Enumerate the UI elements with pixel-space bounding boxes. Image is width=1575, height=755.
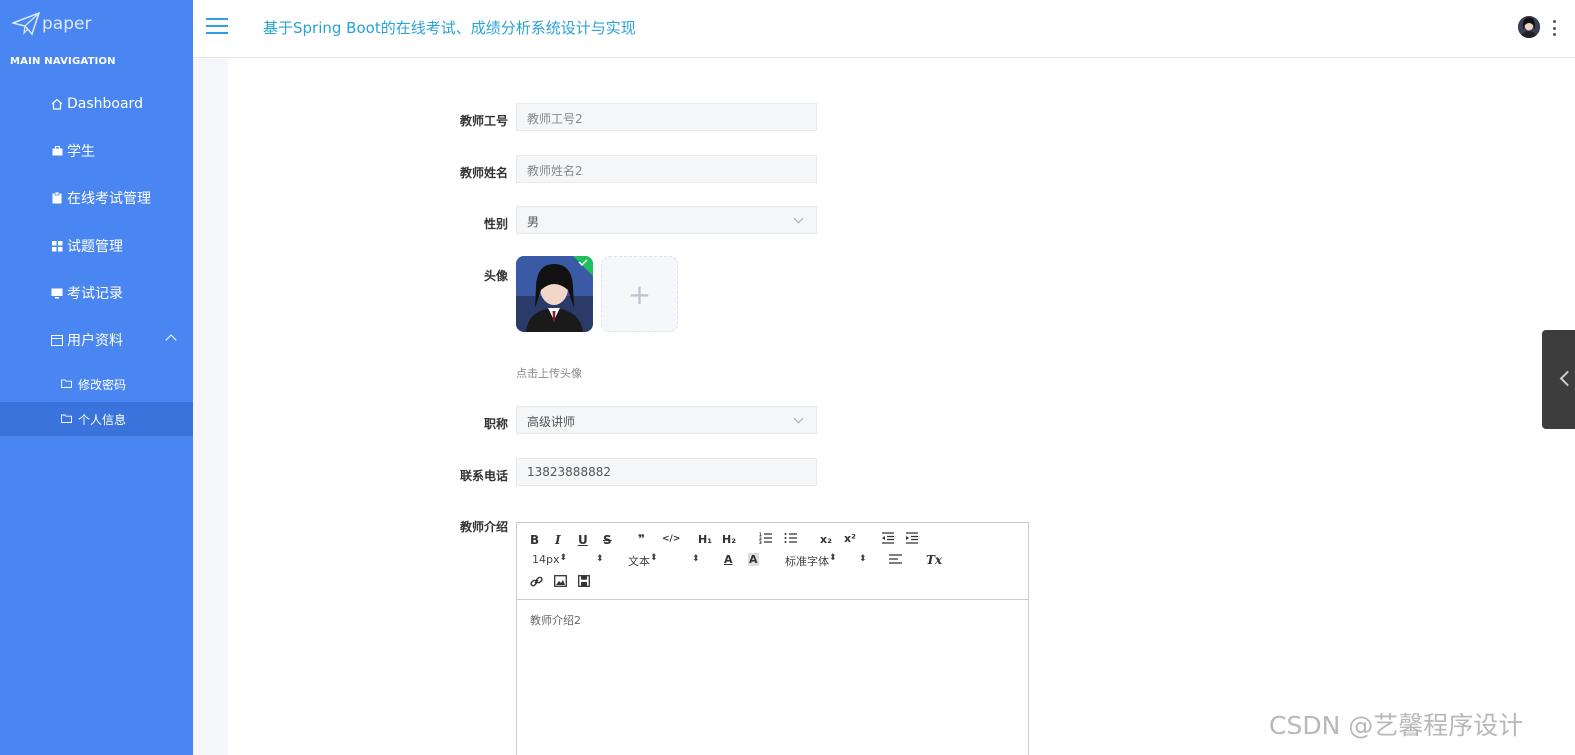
sidebar-subitem-label: 个人信息 bbox=[78, 412, 127, 427]
more-options-icon[interactable] bbox=[1553, 20, 1557, 36]
gender-label: 性别 bbox=[483, 217, 508, 231]
h1-button[interactable]: H₁ bbox=[698, 533, 712, 546]
select-arrows-icon: ⬍ bbox=[596, 554, 604, 564]
chevron-up-icon bbox=[165, 334, 177, 346]
editor-toolbar: B I U S ❞ </> H₁ H₂ 123 x₂ x² 14px ⬍ 文本 … bbox=[517, 523, 1028, 600]
user-avatar[interactable] bbox=[1518, 16, 1540, 38]
gender-select[interactable]: 男 bbox=[516, 206, 817, 234]
clear-format-button[interactable]: Tx bbox=[926, 553, 942, 567]
sidebar-item-label: Dashboard bbox=[67, 96, 143, 112]
folder-icon bbox=[61, 414, 73, 424]
sidebar-subitem-personal-info[interactable]: 个人信息 bbox=[0, 402, 200, 436]
watermark: CSDN @艺馨程序设计 bbox=[1269, 711, 1524, 740]
title-select[interactable]: 高级讲师 bbox=[516, 406, 817, 434]
link-icon[interactable] bbox=[530, 575, 543, 591]
logo[interactable]: paper bbox=[12, 10, 91, 38]
video-icon[interactable] bbox=[578, 575, 590, 590]
h2-button[interactable]: H₂ bbox=[722, 533, 736, 546]
bullet-list-icon[interactable] bbox=[784, 532, 797, 547]
font-size-select[interactable]: 14px ⬍ bbox=[532, 553, 604, 566]
phone-label: 联系电话 bbox=[459, 469, 508, 483]
teacher-id-field[interactable]: 教师工号2 bbox=[516, 103, 817, 131]
sidebar-item-label: 学生 bbox=[67, 144, 95, 160]
background-color-icon[interactable]: A bbox=[748, 553, 759, 566]
rich-text-editor: B I U S ❞ </> H₁ H₂ 123 x₂ x² 14px ⬍ 文本 … bbox=[516, 522, 1029, 755]
sidebar-item-exam-management[interactable]: 在线考试管理 bbox=[0, 178, 193, 218]
grid-icon bbox=[50, 239, 64, 253]
sidebar-item-exam-records[interactable]: 考试记录 bbox=[0, 273, 193, 313]
sidebar-item-user-profile[interactable]: 用户资料 bbox=[0, 320, 193, 360]
intro-label: 教师介绍 bbox=[459, 520, 508, 534]
paper-plane-icon bbox=[12, 12, 40, 36]
card-icon bbox=[50, 333, 64, 347]
avatar-image[interactable] bbox=[516, 256, 593, 332]
sidebar: paper MAIN NAVIGATION Dashboard 学生 在线考试管… bbox=[0, 0, 200, 755]
teacher-id-label: 教师工号 bbox=[459, 114, 508, 128]
upload-avatar-button[interactable]: + bbox=[601, 256, 678, 332]
outdent-icon[interactable] bbox=[881, 532, 894, 547]
italic-button[interactable]: I bbox=[555, 533, 561, 547]
avatar-label: 头像 bbox=[483, 269, 508, 283]
subscript-button[interactable]: x₂ bbox=[820, 533, 832, 546]
title-label: 职称 bbox=[483, 417, 508, 431]
font-color-icon[interactable]: A bbox=[724, 553, 733, 566]
avatar-upload-hint: 点击上传头像 bbox=[516, 367, 582, 380]
image-icon[interactable] bbox=[554, 575, 567, 590]
teacher-name-label: 教师姓名 bbox=[459, 166, 508, 180]
top-header: 基于Spring Boot的在线考试、成绩分析系统设计与实现 bbox=[193, 0, 1575, 58]
sidebar-item-label: 试题管理 bbox=[67, 239, 123, 255]
sidebar-item-dashboard[interactable]: Dashboard bbox=[0, 84, 193, 124]
sidebar-subitem-change-password[interactable]: 修改密码 bbox=[0, 367, 193, 401]
font-size-value: 14px bbox=[532, 553, 560, 566]
sidebar-item-students[interactable]: 学生 bbox=[0, 131, 193, 171]
logo-text: paper bbox=[42, 14, 92, 34]
clipboard-icon bbox=[50, 191, 64, 205]
folder-icon bbox=[61, 379, 73, 389]
code-button[interactable]: </> bbox=[662, 534, 680, 544]
text-style-select[interactable]: 文本 ⬍ bbox=[628, 553, 700, 569]
underline-button[interactable]: U bbox=[578, 533, 588, 547]
sidebar-item-label: 考试记录 bbox=[67, 286, 123, 302]
strike-button[interactable]: S bbox=[603, 533, 612, 547]
menu-toggle-icon[interactable] bbox=[206, 18, 228, 36]
ordered-list-icon[interactable]: 123 bbox=[759, 532, 772, 547]
bold-button[interactable]: B bbox=[530, 533, 539, 547]
quote-button[interactable]: ❞ bbox=[638, 532, 645, 546]
font-family-value: 标准字体 bbox=[785, 555, 829, 568]
content-gutter bbox=[193, 59, 228, 755]
select-arrows-icon: ⬍ bbox=[859, 554, 867, 564]
indent-icon[interactable] bbox=[905, 532, 918, 547]
teacher-name-field[interactable]: 教师姓名2 bbox=[516, 155, 817, 183]
briefcase-icon bbox=[50, 144, 64, 158]
side-drawer-toggle[interactable] bbox=[1542, 330, 1575, 429]
align-left-icon[interactable] bbox=[889, 554, 902, 568]
svg-text:3: 3 bbox=[759, 540, 762, 544]
sidebar-subitem-label: 修改密码 bbox=[78, 377, 127, 392]
font-family-select[interactable]: 标准字体 ⬍ bbox=[785, 553, 867, 569]
monitor-icon bbox=[50, 286, 64, 300]
sidebar-item-question-management[interactable]: 试题管理 bbox=[0, 226, 193, 266]
page-title: 基于Spring Boot的在线考试、成绩分析系统设计与实现 bbox=[263, 19, 636, 37]
text-style-value: 文本 bbox=[628, 555, 650, 568]
home-icon bbox=[50, 97, 64, 111]
phone-field[interactable]: 13823888882 bbox=[516, 458, 817, 486]
sidebar-item-label: 在线考试管理 bbox=[67, 191, 151, 207]
select-arrows-icon: ⬍ bbox=[692, 554, 700, 564]
superscript-button[interactable]: x² bbox=[844, 532, 856, 545]
sidebar-item-label: 用户资料 bbox=[67, 333, 123, 349]
editor-content[interactable]: 教师介绍2 bbox=[517, 600, 1028, 640]
nav-section-title: MAIN NAVIGATION bbox=[10, 56, 116, 67]
